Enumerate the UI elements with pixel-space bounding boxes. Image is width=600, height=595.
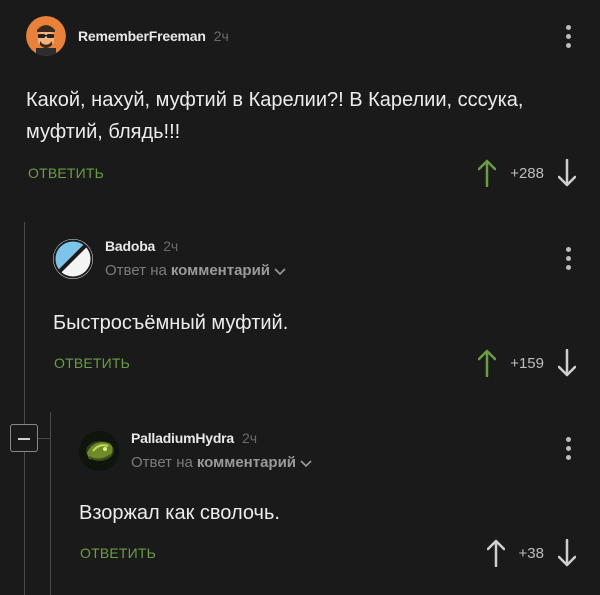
avatar[interactable] bbox=[79, 430, 119, 471]
reply-to-prefix: Ответ на bbox=[131, 454, 193, 471]
comment-meta: RememberFreeman 2ч bbox=[78, 28, 229, 44]
author-name[interactable]: PalladiumHydra bbox=[131, 430, 234, 446]
comment-header: RememberFreeman 2ч bbox=[26, 16, 229, 56]
author-line: Badoba 2ч bbox=[105, 238, 286, 254]
collapse-thread-button[interactable] bbox=[10, 424, 38, 452]
comment-meta: PalladiumHydra 2ч Ответ на комментарий bbox=[131, 430, 312, 471]
chevron-down-icon bbox=[274, 267, 286, 275]
avatar-badoba-icon bbox=[53, 238, 93, 278]
vote-controls: +288 bbox=[478, 159, 576, 187]
reply-to-target: комментарий bbox=[196, 454, 297, 471]
reply-to-link[interactable]: Ответ на комментарий bbox=[131, 454, 312, 471]
score: +38 bbox=[518, 544, 544, 562]
arrow-up-icon[interactable] bbox=[478, 159, 497, 187]
author-name[interactable]: RememberFreeman bbox=[78, 28, 206, 44]
arrow-down-icon[interactable] bbox=[558, 159, 576, 187]
avatar[interactable] bbox=[26, 16, 66, 56]
thread-branch bbox=[38, 438, 50, 439]
author-name[interactable]: Badoba bbox=[105, 238, 155, 254]
reply-button[interactable]: ОТВЕТИТЬ bbox=[28, 165, 104, 181]
reply-to-target: комментарий bbox=[170, 262, 271, 279]
comment-footer: ОТВЕТИТЬ +159 bbox=[0, 349, 576, 379]
comment-text: Какой, нахуй, муфтий в Карелии?! В Карел… bbox=[26, 89, 524, 143]
comment-footer: ОТВЕТИТЬ +288 bbox=[0, 159, 576, 189]
comment-time: 2ч bbox=[213, 28, 229, 44]
author-line: PalladiumHydra 2ч bbox=[131, 430, 312, 446]
reply-to-prefix: Ответ на bbox=[105, 262, 167, 279]
comment-meta: Badoba 2ч Ответ на комментарий bbox=[105, 238, 286, 279]
author-line: RememberFreeman 2ч bbox=[78, 28, 229, 44]
vote-controls: +159 bbox=[478, 349, 576, 377]
comment-footer: ОТВЕТИТЬ +38 bbox=[0, 539, 576, 569]
reply-button[interactable]: ОТВЕТИТЬ bbox=[54, 355, 130, 371]
more-vertical-icon[interactable] bbox=[566, 247, 572, 271]
score: +159 bbox=[510, 354, 544, 372]
arrow-up-icon[interactable] bbox=[486, 539, 505, 567]
reply-to-link[interactable]: Ответ на комментарий bbox=[105, 262, 286, 279]
reply-button[interactable]: ОТВЕТИТЬ bbox=[80, 545, 156, 561]
avatar-freeman-icon bbox=[26, 16, 66, 56]
more-vertical-icon[interactable] bbox=[566, 25, 572, 49]
avatar-palladiumhydra-icon bbox=[79, 430, 119, 471]
comment-time: 2ч bbox=[163, 238, 179, 254]
score: +288 bbox=[510, 164, 544, 182]
comment-header: Badoba 2ч Ответ на комментарий bbox=[53, 238, 286, 279]
chevron-down-icon bbox=[300, 459, 312, 467]
more-vertical-icon[interactable] bbox=[566, 437, 572, 461]
comment-time: 2ч bbox=[242, 430, 258, 446]
avatar[interactable] bbox=[53, 238, 93, 279]
vote-controls: +38 bbox=[486, 539, 576, 567]
comment-header: PalladiumHydra 2ч Ответ на комментарий bbox=[79, 430, 312, 471]
arrow-down-icon[interactable] bbox=[558, 349, 576, 377]
comment-text: Быстросъёмный муфтий. bbox=[53, 312, 289, 334]
arrow-up-icon[interactable] bbox=[478, 349, 497, 377]
comment-text: Взоржал как сволочь. bbox=[79, 502, 280, 524]
arrow-down-icon[interactable] bbox=[558, 539, 576, 567]
